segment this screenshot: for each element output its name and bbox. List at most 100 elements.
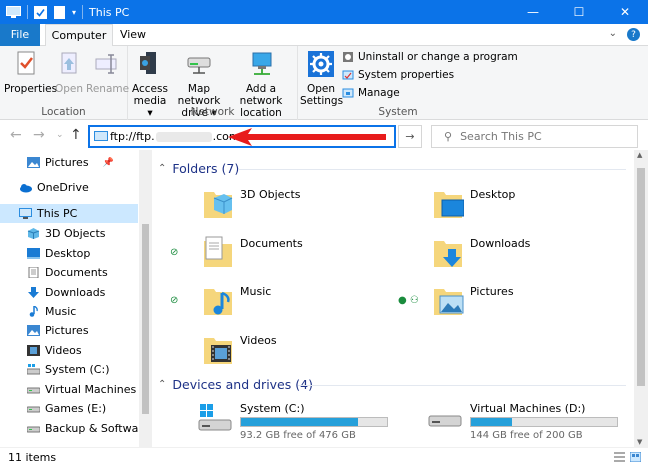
customize-quick-access-icon[interactable]: ▾ <box>72 8 76 17</box>
onedrive-cloud-icon <box>20 184 32 193</box>
folder-name: Videos <box>240 334 277 347</box>
large-icons-view-icon[interactable] <box>630 452 641 462</box>
folder-item-music[interactable]: Music <box>202 283 432 329</box>
this-pc-icon <box>6 5 21 18</box>
group-label-system: System <box>378 106 418 118</box>
manage-button[interactable]: Manage <box>342 87 400 99</box>
maximize-button[interactable]: ☐ <box>556 0 602 24</box>
tab-file[interactable]: File <box>0 24 40 46</box>
sidebar-item-label: Pictures <box>45 156 89 169</box>
drive-free-space: 93.2 GB free of 476 GB <box>240 430 356 441</box>
drive-icon <box>27 406 40 413</box>
windows-drive-icon <box>198 404 232 431</box>
folders-section-header[interactable]: ⌃ Folders (7) <box>158 161 239 176</box>
sidebar-item-documents[interactable]: Documents <box>0 263 138 282</box>
folder-item-3d-objects[interactable]: 3D Objects <box>202 186 432 232</box>
divider <box>238 169 626 170</box>
network-location-icon <box>252 52 272 75</box>
folder-music-icon <box>204 289 232 315</box>
sidebar-item-pictures-quick[interactable]: Pictures 📌 <box>0 153 138 172</box>
sidebar-item-this-pc[interactable]: This PC <box>0 204 138 223</box>
scroll-up-arrow-icon[interactable]: ▲ <box>637 151 642 159</box>
folder-item-pictures[interactable]: Pictures <box>432 283 648 329</box>
system-properties-label: System properties <box>358 69 455 81</box>
sidebar-item-onedrive[interactable]: OneDrive <box>0 178 138 197</box>
redacted-host <box>155 132 212 142</box>
shared-sync-status-icon: ● ⚇ <box>398 295 419 306</box>
sidebar-item-music[interactable]: Music <box>0 302 138 321</box>
open-button[interactable]: Open <box>52 50 86 95</box>
up-arrow-icon[interactable]: ↑ <box>70 127 82 143</box>
sidebar-item-label: 3D Objects <box>45 227 106 240</box>
rename-label: Rename <box>86 83 130 95</box>
forward-arrow-icon[interactable]: → <box>33 127 45 143</box>
search-box[interactable]: ⚲ Search This PC <box>431 125 638 148</box>
help-icon[interactable]: ? <box>627 28 640 41</box>
back-arrow-icon[interactable]: ← <box>10 127 22 143</box>
sidebar-item-label: Pictures <box>45 324 89 337</box>
tab-computer[interactable]: Computer <box>45 24 113 47</box>
go-button[interactable]: → <box>398 125 422 148</box>
sidebar-item-downloads[interactable]: Downloads <box>0 283 138 302</box>
recent-locations-chevron-icon[interactable]: ⌄ <box>56 130 64 140</box>
folder-name: Documents <box>240 237 303 250</box>
folder-desktop-icon <box>434 192 464 218</box>
sidebar-item-desktop[interactable]: Desktop <box>0 244 138 263</box>
this-pc-icon <box>19 208 32 219</box>
sidebar-item-videos[interactable]: Videos <box>0 341 138 360</box>
group-location: Properties Open Rename Location <box>0 46 130 120</box>
drive-usage-bar <box>240 417 388 427</box>
uninstall-program-button[interactable]: Uninstall or change a program <box>342 51 518 63</box>
tab-view[interactable]: View <box>114 24 152 46</box>
group-label-network: Network <box>190 106 235 118</box>
drive-item-virtual-machines-d[interactable]: Virtual Machines (D:) 144 GB free of 200… <box>428 402 648 442</box>
downloads-arrow-icon <box>28 287 39 298</box>
close-button[interactable]: ✕ <box>602 0 648 24</box>
drive-item-system-c[interactable]: System (C:) 93.2 GB free of 476 GB <box>198 402 428 442</box>
uninstall-label: Uninstall or change a program <box>358 51 518 63</box>
item-count: 11 items <box>8 451 57 464</box>
minimize-button[interactable]: — <box>510 0 556 24</box>
computer-icon <box>94 131 108 141</box>
chevron-up-icon[interactable]: ⌃ <box>158 379 166 390</box>
group-network: Access media ▾ Map network drive ▾ Add a… <box>128 46 298 120</box>
sidebar-item-label: Desktop <box>45 247 91 260</box>
folder-item-desktop[interactable]: Desktop <box>432 186 648 232</box>
new-folder-icon[interactable] <box>53 5 66 19</box>
content-scroll-thumb[interactable] <box>637 168 645 386</box>
chevron-up-icon[interactable]: ⌃ <box>158 163 166 174</box>
address-text[interactable]: ftp://ftp. .com <box>110 130 240 143</box>
folder-name: Downloads <box>470 237 531 250</box>
drive-free-space: 144 GB free of 200 GB <box>470 430 583 441</box>
rename-button[interactable]: Rename <box>86 50 130 95</box>
sidebar-item-label: System (C:) <box>45 363 110 376</box>
folder-item-documents[interactable]: Documents <box>202 235 432 281</box>
folder-item-videos[interactable]: Videos <box>202 332 432 378</box>
chevron-down-icon[interactable]: ⌄ <box>609 28 617 41</box>
sidebar-item-system-c[interactable]: System (C:) <box>0 360 138 379</box>
window-title: This PC <box>89 5 130 19</box>
properties-button[interactable]: Properties <box>4 50 58 95</box>
access-media-label-1: Access <box>132 83 168 95</box>
sidebar-item-virtual-machines-d[interactable]: Virtual Machines (D:) <box>0 380 152 399</box>
sidebar-item-backup-f[interactable]: Backup & Software (F: <box>0 419 152 438</box>
sidebar-item-pictures[interactable]: Pictures <box>0 321 138 340</box>
folder-name: Music <box>240 285 272 298</box>
sidebar-item-games-e[interactable]: Games (E:) <box>0 399 138 418</box>
scroll-down-arrow-icon[interactable]: ▼ <box>637 438 642 446</box>
sidebar-scroll-thumb[interactable] <box>142 224 149 414</box>
folder-item-downloads[interactable]: Downloads <box>432 235 648 281</box>
details-view-icon[interactable] <box>614 452 625 462</box>
properties-check-icon[interactable] <box>34 5 47 19</box>
videos-film-icon <box>27 345 40 356</box>
properties-label: Properties <box>4 83 58 95</box>
sidebar-item-3d-objects[interactable]: 3D Objects <box>0 224 138 243</box>
sync-status-icon: ⊘ <box>170 247 179 258</box>
drives-section-header[interactable]: ⌃ Devices and drives (4) <box>158 377 313 392</box>
pin-icon: 📌 <box>102 157 114 168</box>
sidebar-item-label: Games (E:) <box>45 402 107 415</box>
drive-icon <box>27 426 40 433</box>
sidebar-item-label: OneDrive <box>37 181 89 194</box>
open-settings-button[interactable]: Open Settings <box>300 50 343 107</box>
system-properties-button[interactable]: System properties <box>342 69 454 81</box>
